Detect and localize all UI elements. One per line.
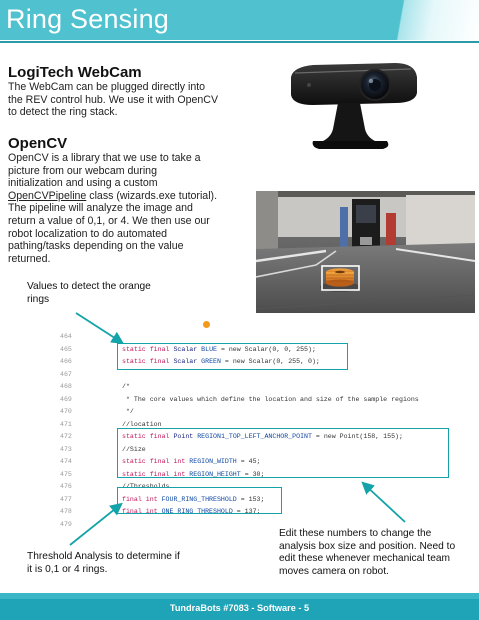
threshold-note: Threshold Analysis to determine if it is… [27,551,180,576]
threshold-note-line: Threshold Analysis to determine if [27,551,180,562]
edit-note: Edit these numbers to change the analysi… [279,528,455,578]
footer-text: TundraBots #7083 - Software - 5 [169,603,310,613]
page-footer: TundraBots #7083 - Software - 5 [0,599,479,620]
edit-note-line: Edit these numbers to change the [279,528,432,539]
arrow-to-region [361,481,406,523]
annotation-arrows [69,312,406,546]
edit-note-line: edit these whenever mechanical team [279,553,451,565]
edit-note-line: moves camera on robot. [279,565,389,577]
arrow-to-colors [75,312,125,344]
threshold-note-line: it is 0,1 or 4 rings. [27,563,108,575]
edit-note-line: analysis box size and position. Need to [279,540,456,552]
arrow-to-thresholds [69,502,123,546]
